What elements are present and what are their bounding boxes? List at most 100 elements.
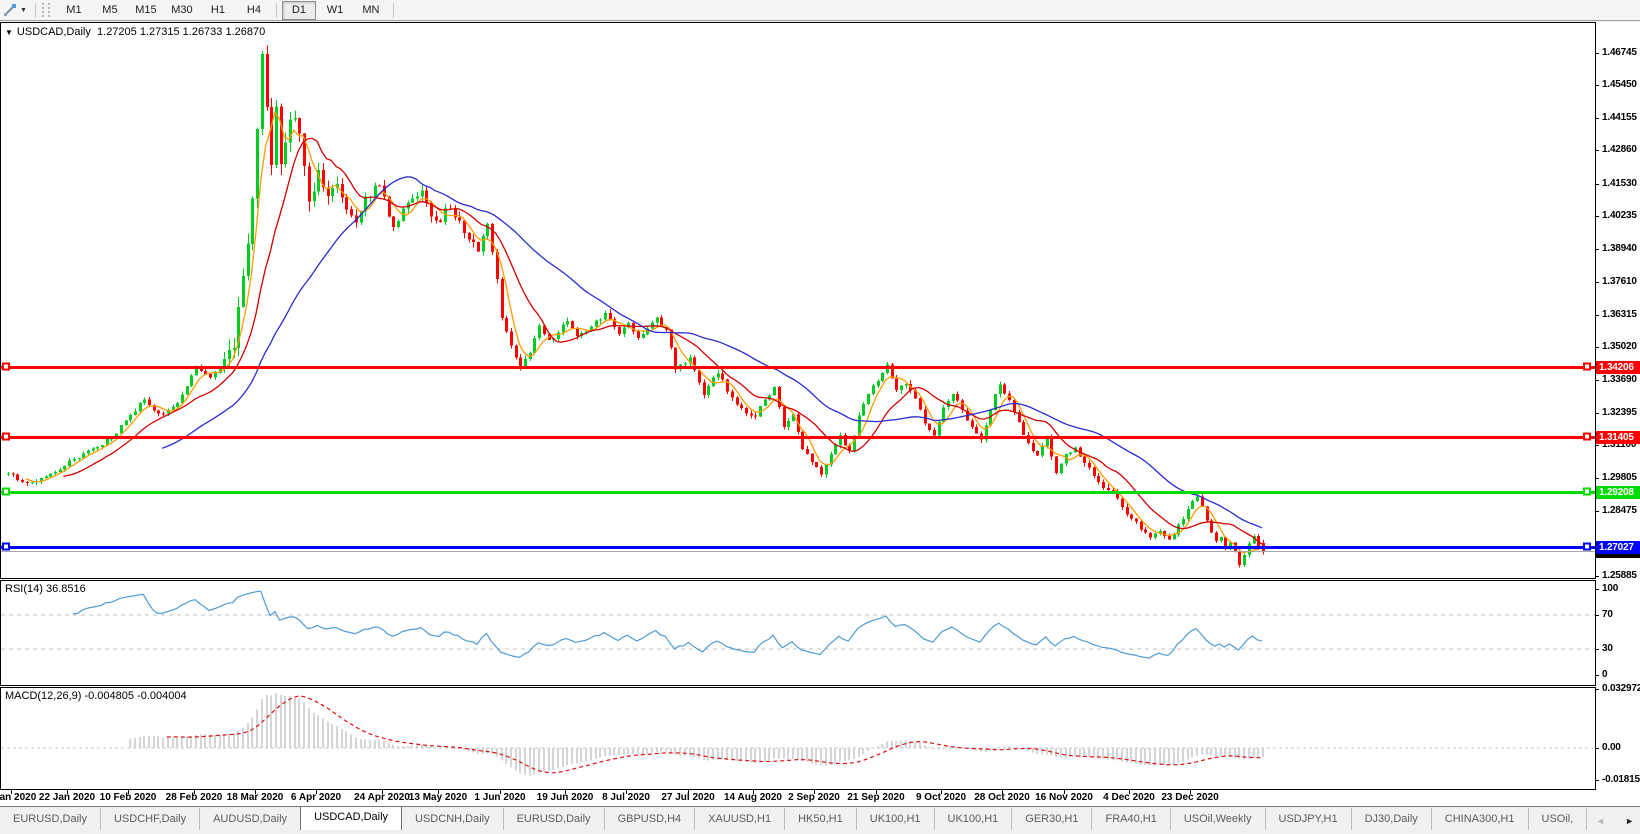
price-axis-label: 1.41530: [1602, 178, 1637, 189]
toolbar-grip-handle[interactable]: [42, 3, 50, 17]
hline-price-badge: 1.31405: [1596, 431, 1640, 444]
chart-tab-china300-h1[interactable]: CHINA300,H1: [1432, 808, 1529, 830]
macd-axis-label: 0.032972: [1602, 683, 1640, 694]
hline-price-badge: 1.34206: [1596, 361, 1640, 374]
chart-tab-eurusd-daily[interactable]: EURUSD,Daily: [0, 808, 101, 830]
timeframe-button-m5[interactable]: M5: [93, 1, 127, 20]
chart-tab-audusd-daily[interactable]: AUDUSD,Daily: [200, 808, 301, 830]
chart-tab-xauusd-h1[interactable]: XAUUSD,H1: [695, 808, 785, 830]
chart-tab-hk50-h1[interactable]: HK50,H1: [785, 808, 857, 830]
timeframe-button-h4[interactable]: H4: [237, 1, 271, 20]
timeframe-button-w1[interactable]: W1: [318, 1, 352, 20]
time-axis-label: 2 Sep 2020: [779, 792, 849, 803]
time-axis-label: 18 Mar 2020: [220, 792, 290, 803]
chart-tab-usdcnh-daily[interactable]: USDCNH,Daily: [402, 808, 504, 830]
axis-tick: [1596, 675, 1599, 676]
axis-tick: [1596, 150, 1599, 151]
price-axis-label: 1.36315: [1602, 309, 1637, 320]
axis-tick: [1596, 315, 1599, 316]
time-axis-label: 4 Dec 2020: [1094, 792, 1164, 803]
price-axis-label: 1.38940: [1602, 243, 1637, 254]
price-axis-label: 1.25885: [1602, 570, 1637, 581]
time-axis-label: 6 Apr 2020: [281, 792, 351, 803]
chart-collapse-icon[interactable]: ▼: [5, 28, 13, 37]
price-axis-label: 1.32395: [1602, 407, 1637, 418]
axis-tick: [1596, 780, 1599, 781]
window-bottom-strip: [0, 830, 1640, 834]
tool-dropdown-caret-icon[interactable]: ▼: [20, 7, 27, 14]
timeframe-button-mn[interactable]: MN: [354, 1, 388, 20]
axis-tick: [1596, 118, 1599, 119]
rsi-axis-label: 100: [1602, 583, 1618, 594]
axis-tick: [1596, 53, 1599, 54]
chart-tabs: EURUSD,DailyUSDCHF,DailyAUDUSD,DailyUSDC…: [0, 807, 1594, 830]
timeframe-button-m30[interactable]: M30: [165, 1, 199, 20]
macd-axis-label: 0.00: [1602, 742, 1621, 753]
axis-tick: [1596, 511, 1599, 512]
axis-tick: [1596, 85, 1599, 86]
macd-label: MACD(12,26,9) -0.004805 -0.004004: [5, 690, 187, 702]
axis-tick: [1596, 347, 1599, 348]
price-axis-label: 1.37610: [1602, 276, 1637, 287]
time-axis-label: 1 Jun 2020: [465, 792, 535, 803]
price-axis-label: 1.42860: [1602, 144, 1637, 155]
macd-panel[interactable]: [0, 687, 1596, 790]
price-panel[interactable]: [0, 22, 1596, 579]
chart-tab-gbpusd-h4[interactable]: GBPUSD,H4: [605, 808, 696, 830]
timeframe-buttons: M1M5M15M30H1H4 D1W1MN: [56, 1, 398, 20]
timeframe-button-m1[interactable]: M1: [57, 1, 91, 20]
tab-scroll-left-icon[interactable]: ◄: [1596, 816, 1605, 826]
rsi-axis-label: 70: [1602, 609, 1613, 620]
time-axis-label: 21 Sep 2020: [841, 792, 911, 803]
price-axis-label: 1.45450: [1602, 79, 1637, 90]
axis-tick: [1596, 615, 1599, 616]
time-axis-label: 8 Jul 2020: [591, 792, 661, 803]
axis-tick: [1596, 478, 1599, 479]
timeframe-button-m15[interactable]: M15: [129, 1, 163, 20]
time-axis-label: 16 Nov 2020: [1029, 792, 1099, 803]
chart-tab-uk100-h1[interactable]: UK100,H1: [935, 808, 1013, 830]
chart-tab-fra40-h1[interactable]: FRA40,H1: [1092, 808, 1170, 830]
chart-ohlc-values: 1.27205 1.27315 1.26733 1.26870: [97, 26, 265, 38]
price-axis-label: 1.33690: [1602, 374, 1637, 385]
hline-price-badge: 1.27027: [1596, 541, 1640, 554]
axis-tick: [1596, 649, 1599, 650]
rsi-label: RSI(14) 36.8516: [5, 583, 86, 595]
timeframe-button-h1[interactable]: H1: [201, 1, 235, 20]
axis-tick: [1596, 689, 1599, 690]
axis-tick: [1596, 282, 1599, 283]
price-axis-label: 1.28475: [1602, 505, 1637, 516]
time-axis-label: 22 Jan 2020: [32, 792, 102, 803]
axis-tick: [1596, 748, 1599, 749]
rsi-axis-label: 0: [1602, 669, 1607, 680]
chart-tab-usdchf-daily[interactable]: USDCHF,Daily: [101, 808, 200, 830]
chart-tab-usdcad-daily[interactable]: USDCAD,Daily: [300, 807, 402, 830]
macd-axis-label: -0.018154: [1602, 774, 1640, 785]
tab-scroll-right-icon[interactable]: ►: [1625, 816, 1634, 826]
chart-tab-usdjpy-h1[interactable]: USDJPY,H1: [1266, 808, 1352, 830]
tab-scroll-arrows: ◄ ►: [1594, 816, 1640, 830]
toolbar-separator: [276, 3, 277, 18]
chart-title: ▼USDCAD,Daily 1.27205 1.27315 1.26733 1.…: [5, 26, 265, 38]
chart-tab-uk100-h1[interactable]: UK100,H1: [857, 808, 935, 830]
time-axis-label: 28 Oct 2020: [967, 792, 1037, 803]
crosshair-tool-icon[interactable]: [3, 3, 18, 17]
rsi-axis-label: 30: [1602, 643, 1613, 654]
axis-tick: [1596, 216, 1599, 217]
timeframe-button-d1[interactable]: D1: [282, 1, 316, 20]
chart-tab-usoil-weekly[interactable]: USOil,Weekly: [1171, 808, 1266, 830]
axis-tick: [1596, 589, 1599, 590]
price-axis-gutter: 1.467451.454501.441551.428601.415301.402…: [1596, 22, 1640, 806]
chart-tab-eurusd-daily[interactable]: EURUSD,Daily: [504, 808, 605, 830]
time-axis-label: 9 Oct 2020: [906, 792, 976, 803]
chart-tab-dj30-daily[interactable]: DJ30,Daily: [1352, 808, 1432, 830]
hline-price-badge: 1.29208: [1596, 486, 1640, 499]
rsi-panel[interactable]: [0, 580, 1596, 686]
chart-tab-bar: EURUSD,DailyUSDCHF,DailyAUDUSD,DailyUSDC…: [0, 806, 1640, 830]
time-axis-label: 27 Jul 2020: [653, 792, 723, 803]
chart-tab-ger30-h1[interactable]: GER30,H1: [1012, 808, 1092, 830]
chart-tab-usoil-[interactable]: USOil,: [1529, 808, 1588, 830]
time-axis-label: 10 Feb 2020: [93, 792, 163, 803]
axis-tick: [1596, 413, 1599, 414]
axis-tick: [1596, 184, 1599, 185]
